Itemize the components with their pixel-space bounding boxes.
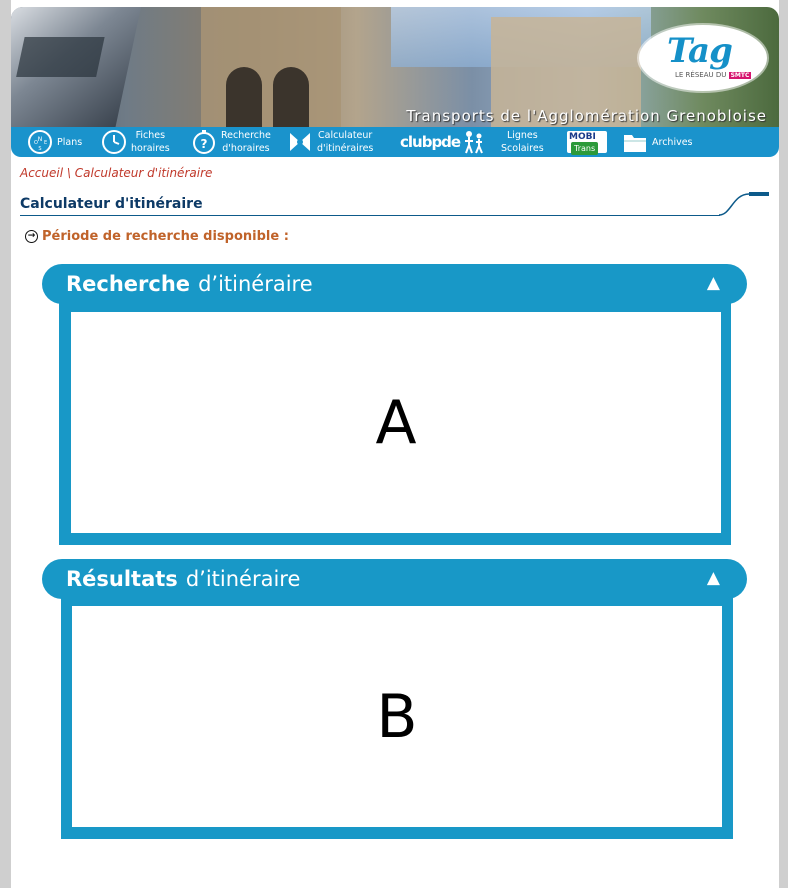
nav-label: Fiches horaires (131, 129, 170, 155)
logo-word: Tag (667, 31, 733, 71)
nav-item-plans[interactable]: NOES Plans (27, 127, 82, 157)
nav-label-line2: horaires (131, 143, 170, 154)
svg-text:S: S (38, 146, 41, 152)
banner-building (201, 7, 341, 127)
search-panel-header[interactable]: Recherche d’itinéraire ▲ (42, 264, 747, 304)
map-compass-icon: NOES (27, 129, 53, 155)
nav-label-line2: d'horaires (222, 143, 270, 154)
nav-label-line2: d'itinéraires (317, 143, 374, 154)
banner-arch (226, 67, 262, 127)
route-arrows-icon (287, 129, 313, 155)
search-panel-title-light: d’itinéraire (198, 272, 313, 296)
nav-label: Recherche d'horaires (221, 129, 271, 155)
clubpde-logo: clubpde (400, 132, 461, 151)
banner-tram (11, 7, 142, 127)
search-panel-title-bold: Recherche (66, 272, 191, 296)
search-period-label: Période de recherche disponible : (42, 229, 289, 244)
nav-item-mobitrans[interactable]: MOBI Trans (567, 127, 607, 157)
arrow-circle-icon: → (25, 230, 38, 243)
tram-window (16, 37, 105, 77)
search-panel-content[interactable]: A (71, 312, 721, 533)
question-clock-icon: ? (191, 129, 217, 155)
nav-label-line1: Lignes (506, 130, 538, 141)
nav-item-calculateur-itineraires[interactable]: Calculateur d'itinéraires (287, 127, 373, 157)
nav-item-archives[interactable]: Archives (622, 127, 693, 157)
svg-text:N: N (38, 136, 43, 143)
header-banner: Tag LE RÉSEAU DU SMTC Transports de l'Ag… (11, 7, 779, 127)
nav-item-clubpde[interactable]: clubpde (400, 127, 461, 157)
tag-logo[interactable]: Tag LE RÉSEAU DU SMTC (639, 25, 767, 91)
nav-item-recherche-horaires[interactable]: ? Recherche d'horaires (191, 127, 271, 157)
results-panel-title-light: d’itinéraire (185, 567, 301, 591)
mobitrans-bottom: Trans (571, 142, 599, 155)
nav-label: Calculateur d'itinéraires (317, 129, 373, 155)
breadcrumb-home-link[interactable]: Accueil (20, 166, 63, 180)
main-nav: NOES Plans Fiches horaires ? Recherche d'h… (11, 127, 779, 157)
children-walking-icon (461, 129, 487, 155)
clock-icon (101, 129, 127, 155)
logo-sub-text: LE RÉSEAU DU (675, 71, 727, 79)
folder-icon (622, 129, 648, 155)
results-panel-placeholder: B (376, 681, 418, 752)
nav-label-line1: Recherche (221, 130, 271, 141)
collapse-arrow-icon[interactable]: ▲ (707, 570, 720, 587)
svg-text:E: E (44, 140, 47, 146)
breadcrumb-separator: \ (66, 166, 71, 180)
results-panel-header[interactable]: Résultats d’itinéraire ▲ (42, 559, 747, 599)
nav-label-line1: Calculateur (318, 130, 373, 141)
nav-item-lignes-scolaires[interactable]: Lignes Scolaires (461, 127, 544, 157)
page-title: Calculateur d'itinéraire (20, 196, 203, 212)
heading-curve-decoration (719, 192, 769, 216)
results-panel-title-bold: Résultats (66, 567, 178, 591)
breadcrumb: Accueil \ Calculateur d'itinéraire (20, 166, 212, 180)
mobitrans-logo: MOBI Trans (567, 131, 607, 155)
nav-label: Archives (652, 136, 693, 148)
logo-subtitle: LE RÉSEAU DU SMTC (675, 71, 752, 79)
banner-arch (273, 67, 309, 127)
svg-text:?: ? (201, 137, 208, 151)
nav-label: Plans (57, 136, 83, 148)
breadcrumb-current[interactable]: Calculateur d'itinéraire (75, 166, 213, 180)
banner-title: Transports de l'Agglomération Grenoblois… (406, 107, 767, 125)
search-period-row: → Période de recherche disponible : (25, 229, 289, 244)
svg-text:O: O (34, 140, 38, 146)
nav-label-line2: Scolaires (501, 143, 544, 154)
search-panel-placeholder: A (375, 387, 417, 458)
logo-badge: SMTC (728, 72, 752, 79)
collapse-arrow-icon[interactable]: ▲ (707, 275, 720, 292)
nav-label: Lignes Scolaires (501, 129, 544, 155)
nav-label-line1: Fiches (135, 130, 166, 141)
nav-item-fiches-horaires[interactable]: Fiches horaires (101, 127, 170, 157)
page: Tag LE RÉSEAU DU SMTC Transports de l'Ag… (11, 0, 779, 888)
results-panel-content[interactable]: B (72, 606, 722, 827)
heading-underline (20, 215, 720, 216)
